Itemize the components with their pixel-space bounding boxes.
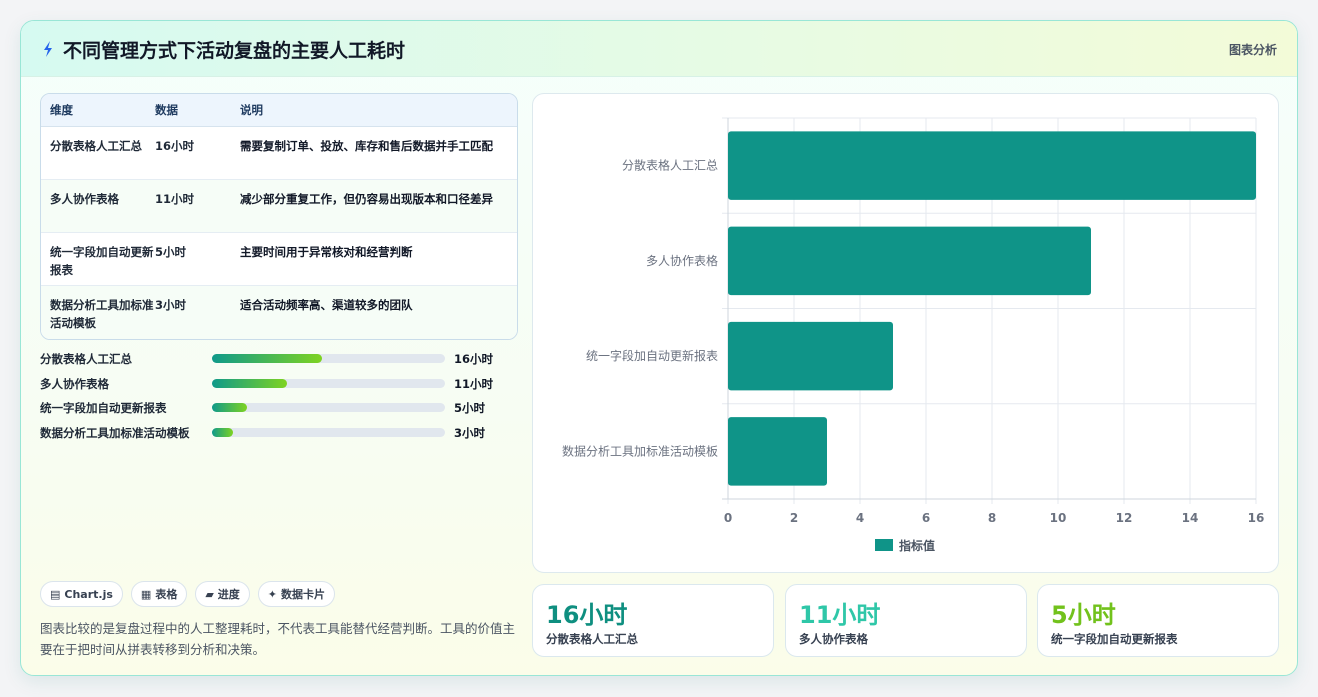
- table-cell: 分散表格人工汇总: [50, 139, 142, 153]
- table-cell: 11小时: [155, 192, 195, 206]
- column-header: 数据: [155, 103, 178, 117]
- table-cell: 统一字段加自动更新报表: [50, 245, 154, 277]
- x-tick-label: 10: [1050, 511, 1067, 525]
- x-tick-label: 14: [1182, 511, 1199, 525]
- card-header: 不同管理方式下活动复盘的主要人工耗时 图表分析: [21, 21, 1297, 77]
- table-row: 多人协作表格 11小时 减少部分重复工作，但仍容易出现版本和口径差异: [41, 180, 517, 233]
- progress-fill: [212, 378, 287, 388]
- legend-swatch: [875, 539, 893, 551]
- progress-row: 多人协作表格 11小时: [40, 374, 518, 399]
- table-row: 分散表格人工汇总 16小时 需要复制订单、投放、库存和售后数据并手工匹配: [41, 127, 517, 180]
- lightning-icon: [44, 41, 52, 57]
- table-header: 维度 数据 说明: [41, 94, 517, 127]
- x-tick-label: 4: [856, 511, 864, 525]
- legend-label: 指标值: [899, 538, 935, 553]
- table-cell: 16小时: [155, 139, 195, 153]
- progress-label: 分散表格人工汇总: [40, 352, 132, 366]
- progress-value: 11小时: [454, 376, 494, 391]
- progress-fill: [212, 403, 247, 413]
- data-table: 维度 数据 说明 分散表格人工汇总 16小时 需要复制订单、投放、库存和售后数据…: [40, 93, 518, 340]
- x-tick-label: 12: [1116, 511, 1133, 525]
- table-row: 数据分析工具加标准活动模板 3小时 适合活动频率高、渠道较多的团队: [41, 286, 517, 339]
- stat-label: 统一字段加自动更新报表: [1051, 632, 1178, 646]
- stat-value: 5小时: [1051, 601, 1116, 629]
- bar: [728, 226, 1091, 296]
- chip-data-card[interactable]: ✦ 数据卡片: [257, 581, 336, 607]
- bar: [728, 417, 827, 486]
- chip-label: 数据卡片: [281, 588, 326, 601]
- x-tick-label: 6: [922, 511, 930, 525]
- progress-value: 3小时: [454, 426, 486, 441]
- table-cell: 数据分析工具加标准活动模板: [50, 298, 154, 330]
- chip-label: Chart.js: [64, 587, 113, 601]
- table-row: 统一字段加自动更新报表 5小时 主要时间用于异常核对和经营判断: [41, 233, 517, 286]
- table-cell: 需要复制订单、投放、库存和售后数据并手工匹配: [240, 139, 493, 153]
- table-cell: 主要时间用于异常核对和经营判断: [240, 245, 413, 259]
- column-header: 说明: [240, 103, 263, 117]
- table-cell: 5小时: [155, 245, 187, 259]
- bar: [728, 321, 893, 391]
- progress-row: 分散表格人工汇总 16小时: [40, 349, 518, 374]
- chip-list: ▤ Chart.js ▦ 表格 ▰ 进度 ✦ 数据卡片: [40, 581, 336, 607]
- progress-track: [212, 403, 445, 413]
- progress-icon: ▰: [205, 587, 214, 601]
- bar-chart-svg: 0 2 4 6 8 10 12 14 16 分散表格人工汇总多人协作表格统一字段加自动更新报表数据…: [562, 117, 1265, 553]
- x-tick-label: 8: [988, 511, 996, 525]
- progress-fill: [212, 428, 233, 438]
- table-cell: 减少部分重复工作，但仍容易出现版本和口径差异: [240, 192, 493, 206]
- page-title: 不同管理方式下活动复盘的主要人工耗时: [63, 40, 406, 62]
- progress-label: 多人协作表格: [40, 376, 109, 391]
- bar-chart: 0 2 4 6 8 10 12 14 16 分散表格人工汇总多人协作表格统一字段加自动更新报表数据…: [532, 93, 1279, 573]
- progress-value: 16小时: [454, 352, 494, 366]
- chip-label: 进度: [217, 588, 240, 601]
- table-icon: ▦: [140, 587, 152, 601]
- footnote: 图表比较的是复盘过程中的人工整理耗时，不代表工具能替代经营判断。工具的价值主要在…: [40, 621, 516, 657]
- stat-card: 16小时 分散表格人工汇总: [532, 584, 774, 657]
- progress-fill: [212, 354, 322, 363]
- progress-track: [212, 378, 445, 388]
- progress-row: 统一字段加自动更新报表 5小时: [40, 398, 518, 423]
- stat-label: 分散表格人工汇总: [546, 632, 638, 646]
- progress-row: 数据分析工具加标准活动模板 3小时: [40, 423, 518, 448]
- progress-label: 数据分析工具加标准活动模板: [40, 426, 190, 441]
- sparkle-icon: ✦: [267, 587, 278, 601]
- chart-icon: ▤: [50, 587, 61, 601]
- stat-label: 多人协作表格: [799, 632, 868, 646]
- y-tick-label: 数据分析工具加标准活动模板: [562, 443, 718, 458]
- table-cell: 适合活动频率高、渠道较多的团队: [240, 298, 413, 312]
- chip-label: 表格: [155, 588, 178, 601]
- chart-card: 不同管理方式下活动复盘的主要人工耗时 图表分析 维度 数据 说明 分散表格人工汇…: [20, 20, 1298, 676]
- chip-chartjs[interactable]: ▤ Chart.js: [40, 581, 123, 607]
- table-cell: 多人协作表格: [50, 192, 119, 206]
- progress-value: 5小时: [454, 401, 486, 416]
- progress-track: [212, 428, 445, 438]
- stat-card: 11小时 多人协作表格: [785, 584, 1027, 657]
- chip-progress[interactable]: ▰ 进度: [195, 581, 250, 607]
- stat-card: 5小时 统一字段加自动更新报表: [1037, 584, 1279, 657]
- table-cell: 3小时: [155, 298, 187, 312]
- y-tick-label: 分散表格人工汇总: [622, 158, 718, 173]
- progress-label: 统一字段加自动更新报表: [40, 401, 167, 416]
- stat-value: 11小时: [799, 601, 881, 629]
- y-tick-label: 多人协作表格: [646, 253, 718, 268]
- y-tick-label: 统一字段加自动更新报表: [586, 348, 718, 363]
- chip-table[interactable]: ▦ 表格: [130, 581, 188, 607]
- progress-track: [212, 354, 445, 363]
- progress-list: 分散表格人工汇总 16小时 多人协作表格 11小时 统一字段加自动更新报表 5小…: [40, 349, 518, 448]
- header-tag: 图表分析: [1228, 43, 1277, 57]
- x-tick-label: 16: [1248, 511, 1265, 525]
- stat-value: 16小时: [546, 601, 628, 629]
- x-tick-label: 0: [724, 511, 732, 525]
- bar: [728, 131, 1256, 200]
- x-tick-label: 2: [790, 511, 798, 525]
- column-header: 维度: [50, 103, 73, 117]
